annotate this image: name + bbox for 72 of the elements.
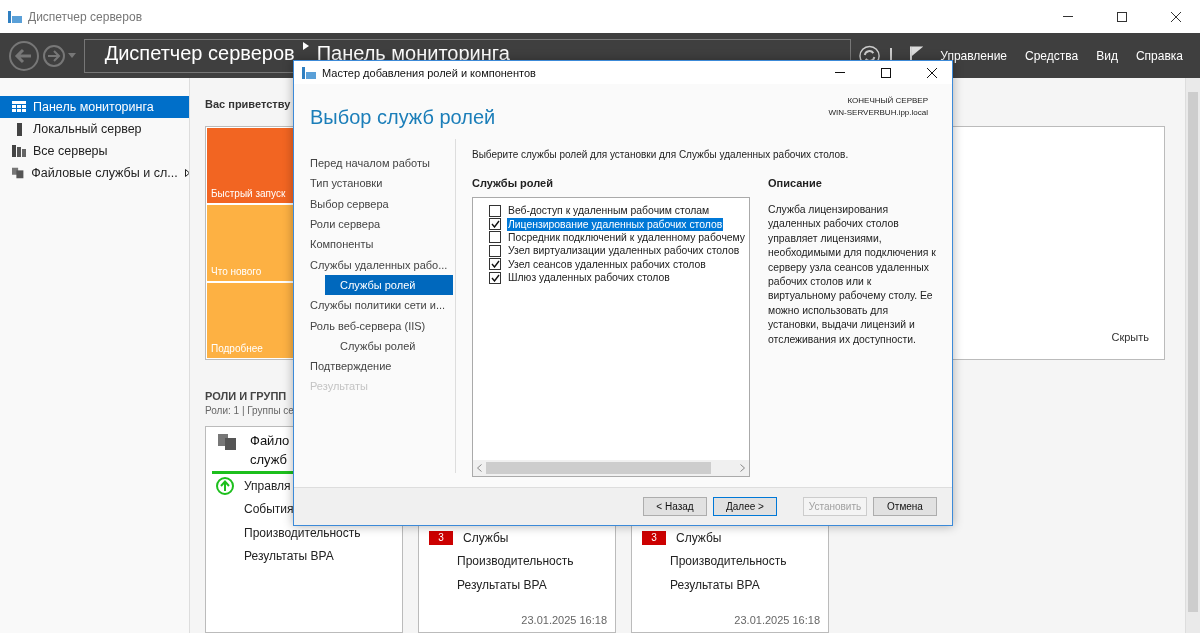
- minimize-icon: [1063, 16, 1073, 17]
- column-heading: Службы ролей: [472, 177, 554, 191]
- service-label[interactable]: Шлюз удаленных рабочих столов: [507, 271, 671, 285]
- horizontal-scrollbar[interactable]: [473, 460, 749, 476]
- card-title[interactable]: Файло: [250, 431, 290, 450]
- card-link[interactable]: Производительность: [457, 554, 574, 569]
- app-icon: [302, 66, 316, 79]
- files-icon: [12, 167, 25, 179]
- destination-label: КОНЕЧНЫЙ СЕРВЕР: [847, 96, 928, 105]
- section-heading: РОЛИ И ГРУПП: [205, 390, 287, 402]
- app-icon: [8, 10, 22, 23]
- breadcrumb-item[interactable]: Диспетчер серверов: [104, 41, 295, 64]
- servers-icon: [12, 145, 26, 157]
- wizard-step[interactable]: Службы ролей: [325, 274, 453, 296]
- card-link[interactable]: Службы: [676, 530, 722, 545]
- dialog-button[interactable]: < Назад: [643, 497, 707, 516]
- section-summary: Роли: 1 | Группы се: [205, 405, 294, 416]
- sidebar-item[interactable]: Все серверы: [0, 140, 189, 162]
- card-link[interactable]: Результаты BPA: [244, 549, 334, 564]
- instruction-text: Выберите службы ролей для установки для Службы удаленных рабочих столов.: [472, 149, 850, 160]
- chevron-left-icon[interactable]: [477, 464, 482, 472]
- sidebar-item[interactable]: Локальный сервер: [0, 118, 189, 140]
- maximize-icon: [881, 67, 891, 78]
- sidebar-item[interactable]: Панель мониторинга: [0, 96, 189, 118]
- menu-item[interactable]: Управление: [931, 48, 1017, 63]
- checkbox[interactable]: [489, 271, 501, 284]
- close-icon: [1171, 11, 1181, 22]
- sidebar-item[interactable]: Файловые службы и сл...: [0, 162, 189, 184]
- menu-item[interactable]: Вид: [1087, 48, 1127, 63]
- checkbox[interactable]: [489, 231, 501, 244]
- checkbox[interactable]: [489, 204, 501, 217]
- wizard-step[interactable]: Подтверждение: [310, 355, 453, 377]
- chevron-right-icon[interactable]: [740, 464, 745, 472]
- service-label[interactable]: Веб-доступ к удаленным рабочим столам: [507, 204, 711, 218]
- card-title[interactable]: служб: [250, 450, 290, 469]
- column-heading: Описание: [768, 177, 823, 191]
- grid-icon: [12, 101, 26, 113]
- checkbox[interactable]: [489, 218, 501, 231]
- chevron-icon: [302, 41, 309, 50]
- count-badge: 3: [642, 530, 666, 545]
- menu-item[interactable]: Справка: [1126, 48, 1192, 63]
- card-link[interactable]: Результаты BPA: [670, 577, 760, 592]
- dialog-title: Мастер добавления ролей и компонентов: [322, 66, 537, 79]
- scrollbar[interactable]: [1185, 78, 1200, 633]
- service-label[interactable]: Лицензирование удаленных рабочих столов: [507, 217, 724, 231]
- dialog-button[interactable]: Отмена: [873, 497, 937, 516]
- card-link[interactable]: Управля: [244, 478, 291, 493]
- minimize-icon: [835, 72, 845, 73]
- files-icon: [218, 431, 238, 451]
- dialog-button[interactable]: Далее >: [713, 497, 777, 516]
- window-title: Диспетчер серверов: [28, 9, 144, 24]
- service-label[interactable]: Узел виртуализации удаленных рабочих столов: [507, 244, 741, 258]
- description-text: Служба лицензирования удаленных рабочих столов управляет лицензиями, необходимыми для подключения к серверу узла сеансов удаленных рабочих столов или к виртуальному рабочему столу. Ее можно использовать для установки, выдачи лицензий и отслеживания их доступности.: [768, 203, 936, 347]
- count-badge: 3: [429, 530, 453, 545]
- card-link[interactable]: Производительность: [244, 525, 361, 540]
- service-label[interactable]: Посредник подключений к удаленному рабочему: [507, 230, 747, 244]
- hide-link[interactable]: Скрыть: [1111, 331, 1149, 343]
- page-heading: Выбор служб ролей: [310, 106, 496, 129]
- timestamp: 23.01.2025 16:18: [521, 614, 607, 626]
- card-link[interactable]: Службы: [463, 530, 509, 545]
- card-link[interactable]: Производительность: [670, 554, 787, 569]
- destination-server: WIN-SERVERBUH.ipp.local: [828, 108, 928, 117]
- checkbox[interactable]: [489, 258, 501, 271]
- card-link[interactable]: Результаты BPA: [457, 577, 547, 592]
- close-icon: [927, 67, 937, 78]
- timestamp: 23.01.2025 16:18: [734, 614, 820, 626]
- welcome-heading: Вас приветству: [205, 98, 291, 112]
- card-link[interactable]: События: [244, 502, 294, 517]
- maximize-icon: [1117, 11, 1127, 22]
- menu-item[interactable]: Средства: [1016, 48, 1088, 63]
- checkbox[interactable]: [489, 244, 501, 257]
- service-label[interactable]: Узел сеансов удаленных рабочих столов: [507, 257, 707, 271]
